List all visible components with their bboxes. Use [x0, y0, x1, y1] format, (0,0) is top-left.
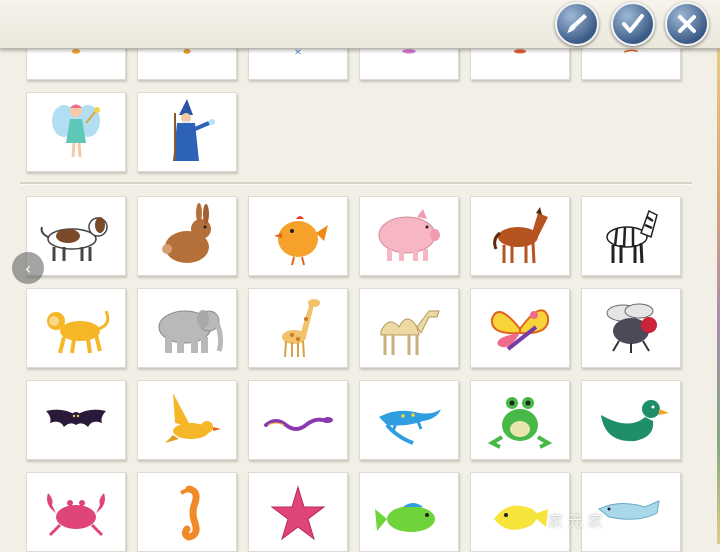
- cartoon-character-icon: [71, 49, 81, 54]
- sticker-tile-lizard[interactable]: [359, 380, 459, 460]
- starfish-icon: [270, 485, 326, 541]
- frog-icon: [487, 397, 553, 449]
- horse-icon: [493, 207, 548, 264]
- top-toolbar: [0, 0, 720, 49]
- chevron-left-icon: ‹: [24, 258, 32, 278]
- giraffe-icon: [282, 299, 320, 358]
- scroll-left-button[interactable]: ‹: [12, 252, 44, 284]
- cartoon-character-icon: [623, 49, 638, 53]
- section-divider: [20, 182, 692, 185]
- close-icon: [678, 15, 696, 33]
- cartoon-character-icon: [513, 49, 527, 54]
- sticker-tile-wizard[interactable]: [137, 92, 237, 172]
- confirm-button[interactable]: [611, 2, 655, 46]
- zebra-icon: [606, 209, 658, 264]
- cartoon-character-icon: [402, 49, 416, 54]
- cartoon-character-icon: [295, 49, 301, 55]
- sticker-tile-camel[interactable]: [359, 288, 459, 368]
- sticker-tile-fish[interactable]: [359, 472, 459, 552]
- cartoon-character-icon: [183, 49, 191, 54]
- sticker-tile-frog[interactable]: [470, 380, 570, 460]
- sticker-tile-fly[interactable]: [581, 288, 681, 368]
- fly-icon: [606, 303, 657, 353]
- crab-icon: [47, 493, 105, 537]
- sticker-tile-horse[interactable]: [470, 196, 570, 276]
- sticker-tile-crab[interactable]: [26, 472, 126, 552]
- close-button[interactable]: [665, 2, 709, 46]
- monkey-icon: [47, 310, 110, 354]
- watermark-text: 家 元 家: [548, 512, 603, 530]
- sticker-tile-pig[interactable]: [359, 196, 459, 276]
- fish-icon: [375, 503, 435, 532]
- rabbit-icon: [162, 203, 211, 263]
- seahorse-icon: [180, 485, 200, 541]
- butterfly-icon: [490, 309, 550, 351]
- sticker-tile-butterfly[interactable]: [470, 288, 570, 368]
- wizard-icon: [173, 99, 215, 161]
- sticker-tile-chick[interactable]: [248, 196, 348, 276]
- sticker-tile-monkey[interactable]: [26, 288, 126, 368]
- fairy-icon: [52, 104, 100, 158]
- camel-icon: [380, 310, 440, 355]
- sticker-tile-fairy[interactable]: [26, 92, 126, 172]
- dog-icon: [40, 217, 108, 261]
- bird-icon: [165, 393, 221, 443]
- snake-icon: [264, 417, 333, 431]
- pig-icon: [378, 209, 440, 261]
- bat-icon: [46, 409, 106, 427]
- checkmark-icon: [622, 14, 644, 33]
- sticker-tile-giraffe[interactable]: [248, 288, 348, 368]
- sticker-tile-elephant[interactable]: [137, 288, 237, 368]
- lizard-icon: [379, 409, 441, 445]
- sticker-tile-bird[interactable]: [137, 380, 237, 460]
- duck-icon: [601, 400, 669, 442]
- sticker-tile-snake[interactable]: [248, 380, 348, 460]
- chick-icon: [274, 216, 328, 266]
- sticker-tile-starfish[interactable]: [248, 472, 348, 552]
- sticker-tile-bat[interactable]: [26, 380, 126, 460]
- sticker-tile-seahorse[interactable]: [137, 472, 237, 552]
- sticker-tile-duck[interactable]: [581, 380, 681, 460]
- elephant-icon: [158, 310, 224, 353]
- sticker-tile-zebra[interactable]: [581, 196, 681, 276]
- sticker-tile-rabbit[interactable]: [137, 196, 237, 276]
- paint-brush-button[interactable]: [555, 2, 599, 46]
- paint-brush-icon: [567, 14, 587, 33]
